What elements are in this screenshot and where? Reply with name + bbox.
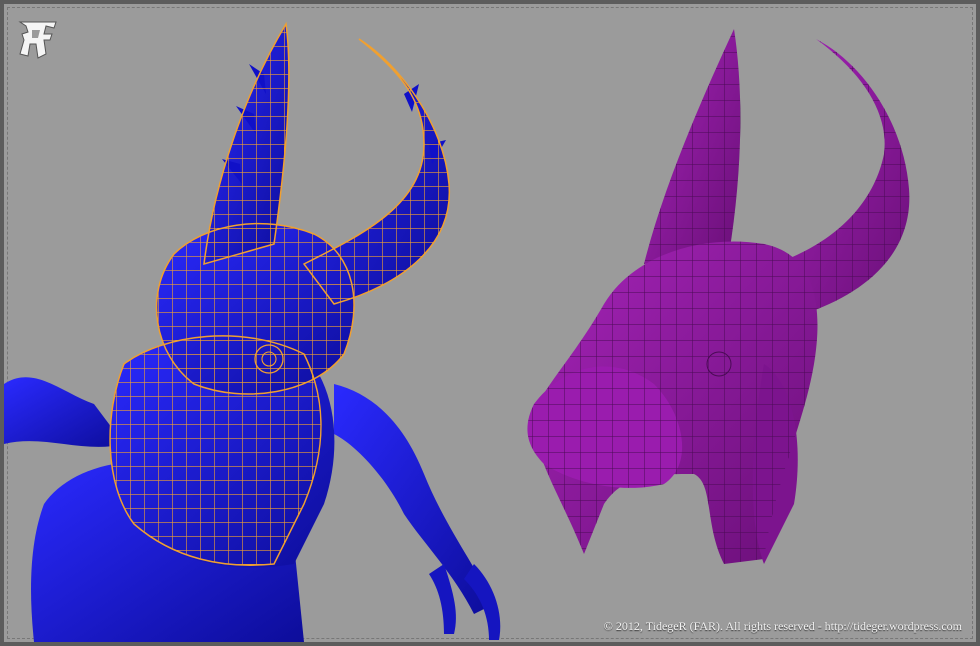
render-viewport [4,21,910,642]
image-frame: © 2012, TidegeR (FAR). All rights reserv… [0,0,980,646]
far-logo [18,21,57,59]
purple-demon-head-retopo [527,29,910,564]
copyright-notice: © 2012, TidegeR (FAR). All rights reserv… [603,619,962,633]
blue-demon-sculpt [4,21,501,642]
